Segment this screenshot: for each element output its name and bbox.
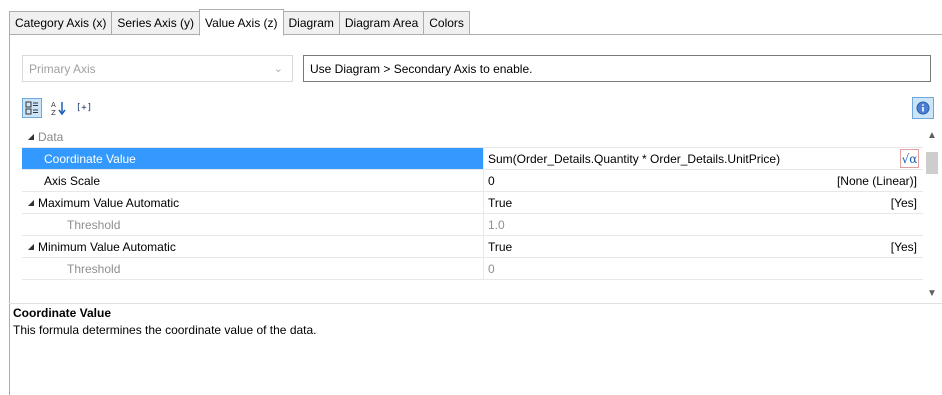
secondary-axis-hint: Use Diagram > Secondary Axis to enable. <box>303 55 931 82</box>
tab-category-axis[interactable]: Category Axis (x) <box>9 11 112 35</box>
property-name: Axis Scale <box>44 173 101 188</box>
property-value: Sum(Order_Details.Quantity * Order_Detai… <box>488 151 781 166</box>
expand-all-label: [+] <box>75 103 93 113</box>
tab-colors[interactable]: Colors <box>423 11 470 35</box>
svg-text:A: A <box>51 101 56 109</box>
property-row-maximum-value-automatic[interactable]: ◢ Maximum Value Automatic True [Yes] <box>22 192 923 214</box>
vertical-scrollbar[interactable]: ▲ ▼ <box>923 126 941 302</box>
property-name: Minimum Value Automatic <box>38 239 176 254</box>
description-panel: Coordinate Value This formula determines… <box>13 306 933 337</box>
property-value-field[interactable]: True [Yes] <box>483 236 923 257</box>
property-row-threshold[interactable]: Threshold 1.0 <box>22 214 923 236</box>
property-value: True <box>488 239 513 254</box>
tab-value-axis[interactable]: Value Axis (z) <box>199 9 284 36</box>
property-name: Threshold <box>67 261 121 276</box>
property-value-hint: [None (Linear)] <box>836 173 917 188</box>
sort-alphabetical-icon[interactable]: A Z <box>48 98 68 118</box>
property-value-field[interactable]: 1.0 <box>483 214 923 235</box>
collapse-triangle-icon[interactable]: ◢ <box>24 198 38 207</box>
collapse-triangle-icon[interactable]: ◢ <box>24 132 38 141</box>
formula-icon[interactable]: √α <box>900 149 919 168</box>
property-value: 1.0 <box>488 217 505 232</box>
tab-diagram[interactable]: Diagram <box>283 11 339 35</box>
property-row-coordinate-value[interactable]: Coordinate Value Sum(Order_Details.Quant… <box>22 148 923 170</box>
property-value: True <box>488 195 513 210</box>
scroll-down-arrow-icon[interactable]: ▼ <box>923 284 941 302</box>
tab-series-axis[interactable]: Series Axis (y) <box>111 11 200 35</box>
info-icon[interactable] <box>912 97 934 119</box>
description-divider <box>9 303 942 304</box>
property-value-hint: [Yes] <box>890 239 917 254</box>
chevron-down-icon: ⌄ <box>273 63 283 75</box>
property-value-field[interactable]: 0 [None (Linear)] <box>483 170 923 191</box>
hint-text: Use Diagram > Secondary Axis to enable. <box>310 61 533 76</box>
category-row-data[interactable]: ◢ Data <box>22 126 923 148</box>
scrollbar-thumb[interactable] <box>926 152 938 174</box>
tab-strip: Category Axis (x) Series Axis (y) Value … <box>9 9 470 36</box>
property-name: Threshold <box>67 217 121 232</box>
category-label: Data <box>38 129 64 144</box>
scroll-up-arrow-icon[interactable]: ▲ <box>923 126 941 144</box>
property-value-hint: [Yes] <box>890 195 917 210</box>
svg-text:Z: Z <box>51 109 56 116</box>
property-name: Maximum Value Automatic <box>38 195 180 210</box>
chart-properties-dialog: Category Axis (x) Series Axis (y) Value … <box>0 0 942 395</box>
collapse-triangle-icon[interactable]: ◢ <box>24 242 38 251</box>
property-row-axis-scale[interactable]: Axis Scale 0 [None (Linear)] <box>22 170 923 192</box>
property-row-threshold[interactable]: Threshold 0 <box>22 258 923 280</box>
axis-select[interactable]: Primary Axis ⌄ <box>22 55 293 82</box>
categorized-icon[interactable] <box>22 98 42 118</box>
description-title: Coordinate Value <box>13 306 112 320</box>
property-toolbar: A Z [+] <box>22 97 100 119</box>
property-value-field[interactable]: 0 <box>483 258 923 279</box>
description-text: This formula determines the coordinate v… <box>13 323 317 337</box>
property-value: 0 <box>488 261 495 276</box>
property-grid: ◢ Data Coordinate Value Sum(Order_Detail… <box>22 126 923 302</box>
axis-select-value: Primary Axis <box>29 61 96 76</box>
property-value-field[interactable]: True [Yes] <box>483 192 923 213</box>
property-value-field[interactable]: Sum(Order_Details.Quantity * Order_Detai… <box>483 148 923 169</box>
property-value: 0 <box>488 173 495 188</box>
tab-diagram-area[interactable]: Diagram Area <box>338 11 424 35</box>
property-name: Coordinate Value <box>44 151 136 166</box>
expand-all-icon[interactable]: [+] <box>74 98 94 118</box>
property-row-minimum-value-automatic[interactable]: ◢ Minimum Value Automatic True [Yes] <box>22 236 923 258</box>
